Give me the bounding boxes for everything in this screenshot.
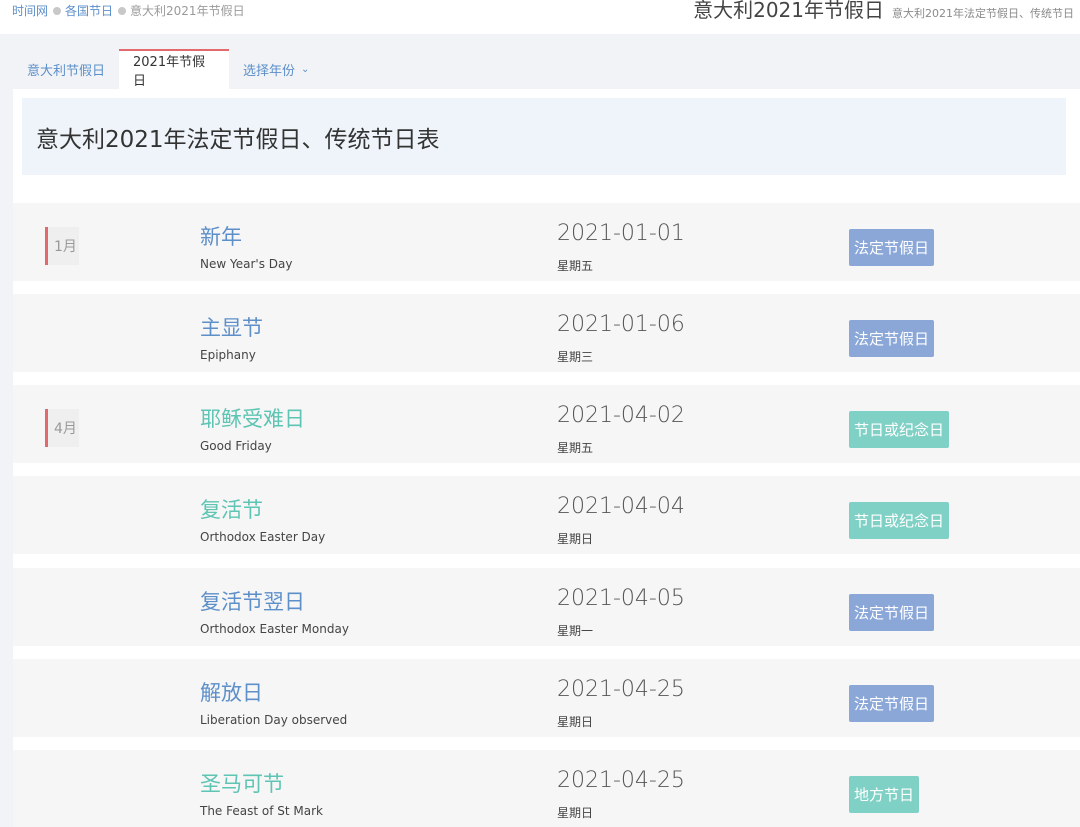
holiday-date: 2021-01-01 — [557, 221, 685, 246]
chevron-down-icon: ⌄ — [301, 63, 310, 75]
holiday-weekday: 星期三 — [557, 350, 594, 364]
holiday-row: 解放日 Liberation Day observed 2021-04-25 星… — [13, 659, 1080, 737]
breadcrumb-home-link[interactable]: 时间网 — [12, 2, 48, 19]
holiday-weekday: 星期五 — [557, 259, 594, 273]
tab-select-year-dropdown[interactable]: 选择年份 ⌄ — [229, 49, 323, 89]
holiday-weekday: 星期五 — [557, 441, 594, 455]
holiday-weekday: 星期日 — [557, 715, 594, 729]
month-marker: 1月 — [45, 227, 79, 265]
holiday-english-name: Orthodox Easter Day — [200, 530, 326, 544]
holiday-type-badge: 法定节假日 — [849, 594, 935, 631]
section-heading-box: 意大利2021年法定节假日、传统节日表 — [22, 98, 1066, 175]
holiday-type-badge: 节日或纪念日 — [849, 502, 950, 539]
holiday-name[interactable]: 复活节翌日 — [200, 586, 305, 616]
breadcrumb: 时间网 各国节日 意大利2021年节假日 — [12, 2, 245, 19]
page-title-subtitle: 意大利2021年法定节假日、传统节日 — [892, 7, 1074, 20]
holiday-type-badge: 地方节日 — [849, 776, 920, 813]
tab-label: 2021年节假日 — [133, 55, 206, 89]
page-title-main: 意大利2021年节假日 — [693, 0, 884, 22]
section-heading: 意大利2021年法定节假日、传统节日表 — [36, 126, 440, 153]
tab-italy-holidays[interactable]: 意大利节假日 — [13, 49, 119, 89]
holiday-english-name: Good Friday — [200, 439, 272, 453]
tab-label: 意大利节假日 — [27, 63, 106, 79]
breadcrumb-current: 意大利2021年节假日 — [130, 4, 245, 18]
breadcrumb-separator-icon — [53, 6, 62, 15]
holiday-type-badge: 法定节假日 — [849, 320, 935, 357]
breadcrumb-separator-icon — [118, 6, 127, 15]
holiday-date: 2021-04-05 — [557, 586, 685, 611]
holiday-english-name: Liberation Day observed — [200, 713, 348, 727]
tab-bar: 意大利节假日 2021年节假日 选择年份 ⌄ — [13, 49, 323, 89]
holiday-row: 圣马可节 The Feast of St Mark 2021-04-25 星期日… — [13, 750, 1080, 827]
holiday-weekday: 星期一 — [557, 624, 594, 638]
holiday-date: 2021-01-06 — [557, 312, 685, 337]
holiday-name[interactable]: 主显节 — [200, 312, 263, 342]
holiday-name[interactable]: 复活节 — [200, 494, 263, 524]
holiday-row: 1月 新年 New Year's Day 2021-01-01 星期五 法定节假… — [13, 203, 1080, 281]
holiday-date: 2021-04-25 — [557, 768, 685, 793]
holiday-english-name: Epiphany — [200, 348, 256, 362]
holiday-name[interactable]: 新年 — [200, 221, 242, 251]
holiday-type-badge: 法定节假日 — [849, 229, 935, 266]
breadcrumb-section-link[interactable]: 各国节日 — [65, 2, 113, 19]
top-bar: 时间网 各国节日 意大利2021年节假日 意大利2021年节假日 意大利2021… — [0, 0, 1080, 34]
holiday-type-badge: 节日或纪念日 — [849, 411, 950, 448]
holiday-date: 2021-04-25 — [557, 677, 685, 702]
holiday-name[interactable]: 圣马可节 — [200, 768, 284, 798]
holiday-english-name: The Feast of St Mark — [200, 804, 323, 818]
holiday-english-name: Orthodox Easter Monday — [200, 622, 349, 636]
holiday-date: 2021-04-02 — [557, 403, 685, 428]
holiday-row: 主显节 Epiphany 2021-01-06 星期三 法定节假日 — [13, 294, 1080, 372]
tab-label: 选择年份 — [243, 63, 296, 79]
page-title: 意大利2021年节假日 意大利2021年法定节假日、传统节日 — [693, 0, 1074, 23]
holiday-name[interactable]: 解放日 — [200, 677, 263, 707]
holiday-weekday: 星期日 — [557, 806, 594, 820]
month-marker: 4月 — [45, 409, 79, 447]
holiday-date: 2021-04-04 — [557, 494, 685, 519]
holiday-row: 复活节翌日 Orthodox Easter Monday 2021-04-05 … — [13, 568, 1080, 646]
tab-2021-holidays[interactable]: 2021年节假日 — [119, 49, 230, 89]
holiday-row: 4月 耶稣受难日 Good Friday 2021-04-02 星期五 节日或纪… — [13, 385, 1080, 463]
holiday-english-name: New Year's Day — [200, 257, 293, 271]
holiday-name[interactable]: 耶稣受难日 — [200, 403, 305, 433]
holiday-row: 复活节 Orthodox Easter Day 2021-04-04 星期日 节… — [13, 476, 1080, 554]
holiday-weekday: 星期日 — [557, 532, 594, 546]
holiday-type-badge: 法定节假日 — [849, 685, 935, 722]
